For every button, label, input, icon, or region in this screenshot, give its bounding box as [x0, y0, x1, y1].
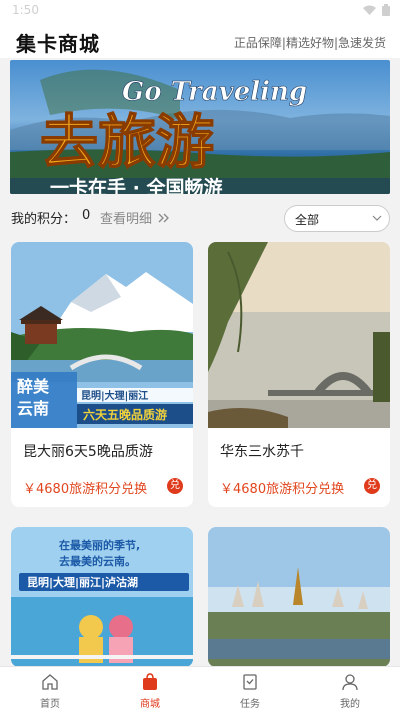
status-bar: 1:50 [0, 0, 400, 22]
product-image-temples [208, 527, 390, 667]
chevron-down-icon [372, 215, 382, 221]
header-slogan: 正品保障|精选好物|急速发货 [233, 36, 386, 50]
product-title: 华东三水苏千 [220, 444, 304, 460]
product-image-huadong [208, 242, 390, 428]
status-icons [363, 4, 390, 16]
page-title: 集卡商城 [16, 32, 100, 56]
yunnan-route: 昆明|大理|丽江 [81, 389, 148, 402]
banner-image: Go Traveling 去旅游 一卡在手 · 全国畅游 [10, 60, 390, 194]
tab-shop-label: 商城 [140, 699, 160, 710]
yunnan-tagline: 六天五晚品质游 [83, 407, 167, 422]
yunnan-text-1: 醉美 [17, 377, 50, 396]
status-time: 1:50 [12, 3, 39, 17]
product-card[interactable]: 华东三水苏千 ￥4680旅游积分兑换 兑 [208, 242, 390, 507]
season-route: 昆明|大理|丽江|泸沽湖 [27, 575, 138, 589]
tab-home[interactable]: 首页 [0, 667, 100, 712]
home-icon [42, 674, 58, 690]
exchange-badge[interactable]: 兑 [364, 478, 380, 494]
double-chevron-right-icon [158, 213, 169, 222]
product-image-yunnan-season: 在最美丽的季节, 去最美的云南。 昆明|大理|丽江|泸沽湖 [11, 527, 193, 667]
points-label: 我的积分： [11, 212, 77, 227]
product-price: ￥4680旅游积分兑换 [220, 482, 345, 497]
shop-bag-icon [143, 673, 157, 690]
banner-headline-cn: 去旅游 [40, 108, 214, 176]
wifi-icon [363, 5, 376, 15]
season-text-2: 去最美的云南。 [59, 554, 136, 568]
battery-icon [382, 4, 390, 16]
product-price: ￥4680旅游积分兑换 [23, 482, 148, 497]
product-image-yunnan: 醉美 云南 昆明|大理|丽江 六天五晚品质游 [11, 242, 193, 428]
product-title: 昆大丽6天5晚品质游 [23, 444, 153, 460]
product-card[interactable]: 在最美丽的季节, 去最美的云南。 昆明|大理|丽江|泸沽湖 [11, 527, 193, 667]
points-detail-link[interactable]: 查看明细 [100, 208, 170, 227]
yunnan-text-2: 云南 [17, 399, 49, 418]
tab-task[interactable]: 任务 [200, 667, 300, 712]
tab-shop[interactable]: 商城 [100, 667, 200, 712]
tab-profile[interactable]: 我的 [300, 667, 400, 712]
tab-home-label: 首页 [40, 699, 60, 710]
header: 集卡商城 正品保障|精选好物|急速发货 [0, 22, 400, 58]
bottom-tab-bar: 首页 商城 任务 我的 [0, 666, 400, 712]
tab-profile-label: 我的 [340, 699, 360, 710]
task-icon [243, 674, 257, 690]
product-card[interactable] [208, 527, 390, 667]
product-card[interactable]: 醉美 云南 昆明|大理|丽江 六天五晚品质游 昆大丽6天5晚品质游 ￥4680旅… [11, 242, 193, 507]
points-value: 0 [82, 208, 91, 223]
filter-selected-value: 全部 [295, 213, 320, 227]
profile-icon [342, 674, 358, 691]
banner-headline-en: Go Traveling [122, 77, 307, 107]
exchange-badge[interactable]: 兑 [167, 478, 183, 494]
tab-task-label: 任务 [240, 699, 260, 710]
points-row: 我的积分： 0 查看明细 全部 [0, 200, 400, 234]
category-filter-select[interactable]: 全部 [284, 205, 390, 232]
season-text-1: 在最美丽的季节, [59, 538, 140, 552]
points-detail-label: 查看明细 [100, 212, 153, 227]
travel-banner[interactable]: Go Traveling 去旅游 一卡在手 · 全国畅游 [10, 60, 390, 194]
banner-subline: 一卡在手 · 全国畅游 [50, 176, 222, 194]
